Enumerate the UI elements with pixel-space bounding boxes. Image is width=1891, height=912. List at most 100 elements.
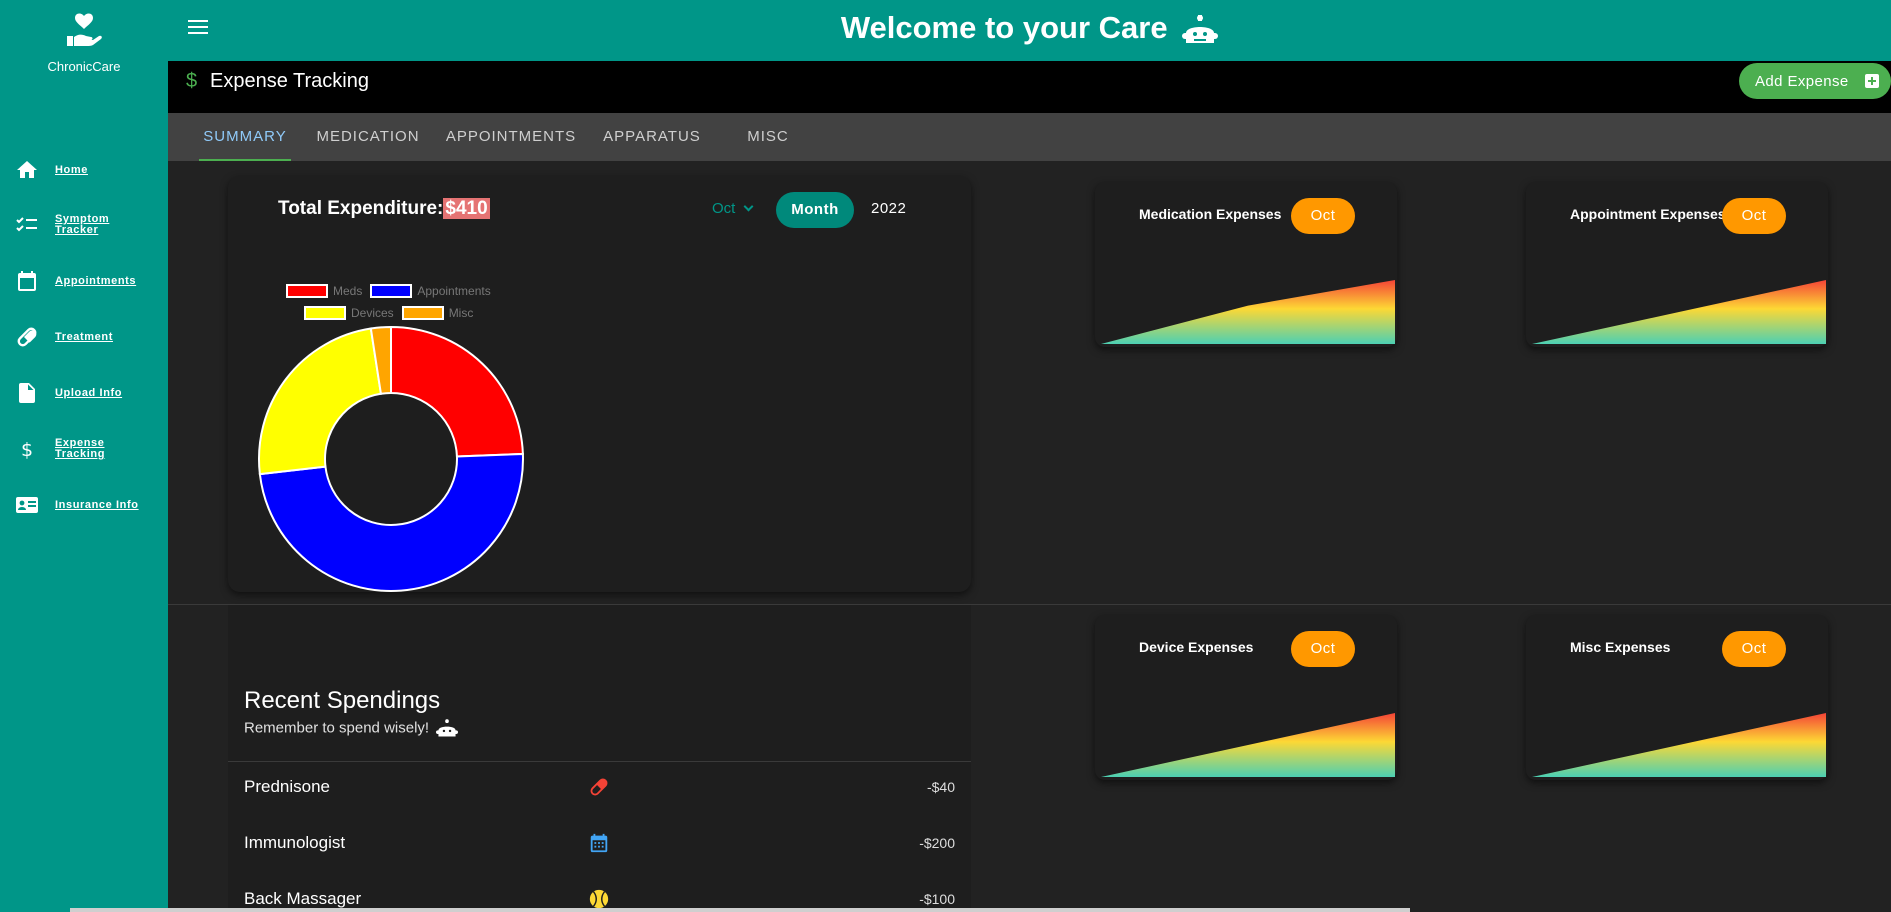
legend-label: Meds bbox=[333, 284, 363, 298]
legend-label: Devices bbox=[351, 306, 394, 320]
donut-slice-devices[interactable] bbox=[258, 327, 383, 476]
area-series bbox=[1101, 280, 1395, 344]
list-item[interactable]: Back Massager -$100 bbox=[228, 875, 971, 912]
mini-card-title: Medication Expenses bbox=[1139, 206, 1282, 222]
expense-tabs: SUMMARY MEDICATION APPOINTMENTS APPARATU… bbox=[168, 113, 1891, 161]
area-series bbox=[1532, 280, 1826, 344]
pill-icon bbox=[17, 327, 37, 347]
sidebar-item-upload-info[interactable]: Upload Info bbox=[0, 373, 168, 413]
expense-donut-chart bbox=[258, 325, 524, 592]
donut-slice-appointments[interactable] bbox=[258, 452, 524, 592]
spending-name: Prednisone bbox=[244, 777, 331, 796]
sidebar-item-label: Symptom Tracker bbox=[55, 213, 110, 236]
spending-amount: -$40 bbox=[926, 779, 955, 795]
tab-medication[interactable]: MEDICATION bbox=[313, 113, 423, 161]
legend-item-meds[interactable]: Meds bbox=[286, 280, 362, 302]
svg-text:$: $ bbox=[21, 439, 33, 461]
medication-expenses-card: Medication Expenses Oct bbox=[1095, 182, 1397, 347]
expense-header: $ Expense Tracking Add Expense bbox=[168, 61, 1891, 113]
month-button[interactable]: Oct bbox=[1291, 198, 1355, 234]
mini-card-title: Device Expenses bbox=[1139, 639, 1254, 655]
mini-area-chart bbox=[1532, 713, 1826, 777]
mini-area-chart bbox=[1101, 280, 1395, 344]
top-app-bar: Welcome to your Care bbox=[168, 0, 1891, 61]
upload-file-icon bbox=[19, 383, 35, 403]
sidebar-item-label: Appointments bbox=[55, 274, 137, 287]
spending-amount: -$100 bbox=[919, 891, 955, 907]
sidebar-item-appointments[interactable]: Appointments bbox=[0, 261, 168, 301]
sidebar-item-label: Treatment bbox=[55, 330, 113, 343]
mini-area-chart bbox=[1532, 280, 1826, 344]
legend-item-devices[interactable]: Devices bbox=[304, 302, 394, 324]
checklist-icon bbox=[16, 217, 37, 232]
sidebar-item-insurance-info[interactable]: Insurance Info bbox=[0, 485, 168, 525]
tab-summary[interactable]: SUMMARY bbox=[199, 113, 291, 161]
list-item[interactable]: Immunologist -$200 bbox=[228, 819, 971, 869]
donut-slice-meds[interactable] bbox=[390, 325, 524, 458]
month-select-value: Oct bbox=[712, 200, 736, 217]
robot-icon bbox=[436, 719, 459, 737]
calendar-icon bbox=[18, 271, 36, 291]
year-value[interactable]: 2022 bbox=[871, 200, 906, 217]
total-expenditure-label: Total Expenditure: bbox=[278, 198, 444, 219]
sidebar-item-expense-tracking[interactable]: $ Expense Tracking bbox=[0, 429, 168, 469]
mini-area-chart bbox=[1101, 713, 1395, 777]
sidebar-item-label: Insurance Info bbox=[55, 498, 139, 511]
pill-icon bbox=[590, 778, 608, 796]
tab-apparatus[interactable]: APPARATUS bbox=[597, 113, 707, 161]
month-button[interactable]: Oct bbox=[1722, 198, 1786, 234]
spending-amount: -$200 bbox=[919, 835, 955, 851]
dollar-icon: $ bbox=[186, 70, 198, 92]
device-expenses-card: Device Expenses Oct bbox=[1095, 615, 1397, 780]
horizontal-scrollbar[interactable] bbox=[70, 908, 1410, 912]
add-expense-button[interactable]: Add Expense bbox=[1739, 63, 1891, 99]
tab-misc[interactable]: MISC bbox=[738, 113, 798, 161]
period-toggle-button[interactable]: Month bbox=[776, 192, 854, 228]
area-series bbox=[1101, 713, 1395, 777]
mini-card-title: Appointment Expenses bbox=[1570, 206, 1726, 222]
legend-swatch bbox=[304, 306, 346, 320]
mini-card-title: Misc Expenses bbox=[1570, 639, 1671, 655]
sidebar-item-label: Home bbox=[55, 163, 88, 176]
recent-spendings-card: Recent Spendings Remember to spend wisel… bbox=[228, 605, 971, 912]
sidebar-item-home[interactable]: Home bbox=[0, 150, 168, 190]
add-expense-label: Add Expense bbox=[1755, 72, 1849, 90]
recent-spendings-subtitle: Remember to spend wisely! bbox=[244, 719, 459, 738]
misc-expenses-card: Misc Expenses Oct bbox=[1526, 615, 1828, 780]
sidebar-item-treatment[interactable]: Treatment bbox=[0, 317, 168, 357]
chart-legend: Meds Appointments Devices Misc bbox=[286, 280, 526, 324]
tab-appointments[interactable]: APPOINTMENTS bbox=[445, 113, 577, 161]
month-button[interactable]: Oct bbox=[1291, 631, 1355, 667]
legend-swatch bbox=[370, 284, 413, 298]
summary-card: Total Expenditure: $410 Oct Month 2022 Me… bbox=[228, 176, 971, 592]
chevron-down-icon bbox=[743, 201, 754, 212]
expense-title: Expense Tracking bbox=[210, 70, 369, 92]
legend-item-misc[interactable]: Misc bbox=[401, 302, 474, 324]
legend-label: Appointments bbox=[417, 284, 491, 298]
total-expenditure-value: $410 bbox=[443, 198, 490, 219]
page-title: Welcome to your Care bbox=[168, 10, 1891, 46]
add-box-icon bbox=[1865, 74, 1879, 88]
spending-name: Back Massager bbox=[244, 889, 362, 908]
legend-swatch bbox=[286, 284, 328, 298]
spending-name: Immunologist bbox=[244, 833, 346, 852]
sidebar: ChronicCare Home Symptom Tracker Appoint… bbox=[0, 0, 168, 912]
month-button[interactable]: Oct bbox=[1722, 631, 1786, 667]
brand[interactable]: ChronicCare bbox=[0, 12, 168, 74]
appointment-expenses-card: Appointment Expenses Oct bbox=[1526, 182, 1828, 347]
list-item[interactable]: Prednisone -$40 bbox=[228, 763, 971, 813]
sidebar-item-label: Expense Tracking bbox=[55, 437, 106, 460]
recent-spendings-subtitle-text: Remember to spend wisely! bbox=[244, 719, 430, 737]
id-card-icon bbox=[16, 497, 38, 513]
recent-spendings-title: Recent Spendings bbox=[244, 687, 441, 714]
legend-item-appointments[interactable]: Appointments bbox=[370, 280, 491, 302]
ball-icon bbox=[589, 889, 609, 909]
heart-hand-logo-icon bbox=[67, 13, 102, 46]
sidebar-item-symptom-tracker[interactable]: Symptom Tracker bbox=[0, 205, 168, 245]
legend-label: Misc bbox=[448, 306, 474, 320]
divider bbox=[228, 761, 971, 762]
month-select[interactable]: Oct bbox=[712, 200, 754, 217]
home-icon bbox=[17, 161, 37, 178]
total-expenditure: Total Expenditure: $410 bbox=[278, 198, 490, 220]
brand-name: ChronicCare bbox=[47, 59, 121, 74]
